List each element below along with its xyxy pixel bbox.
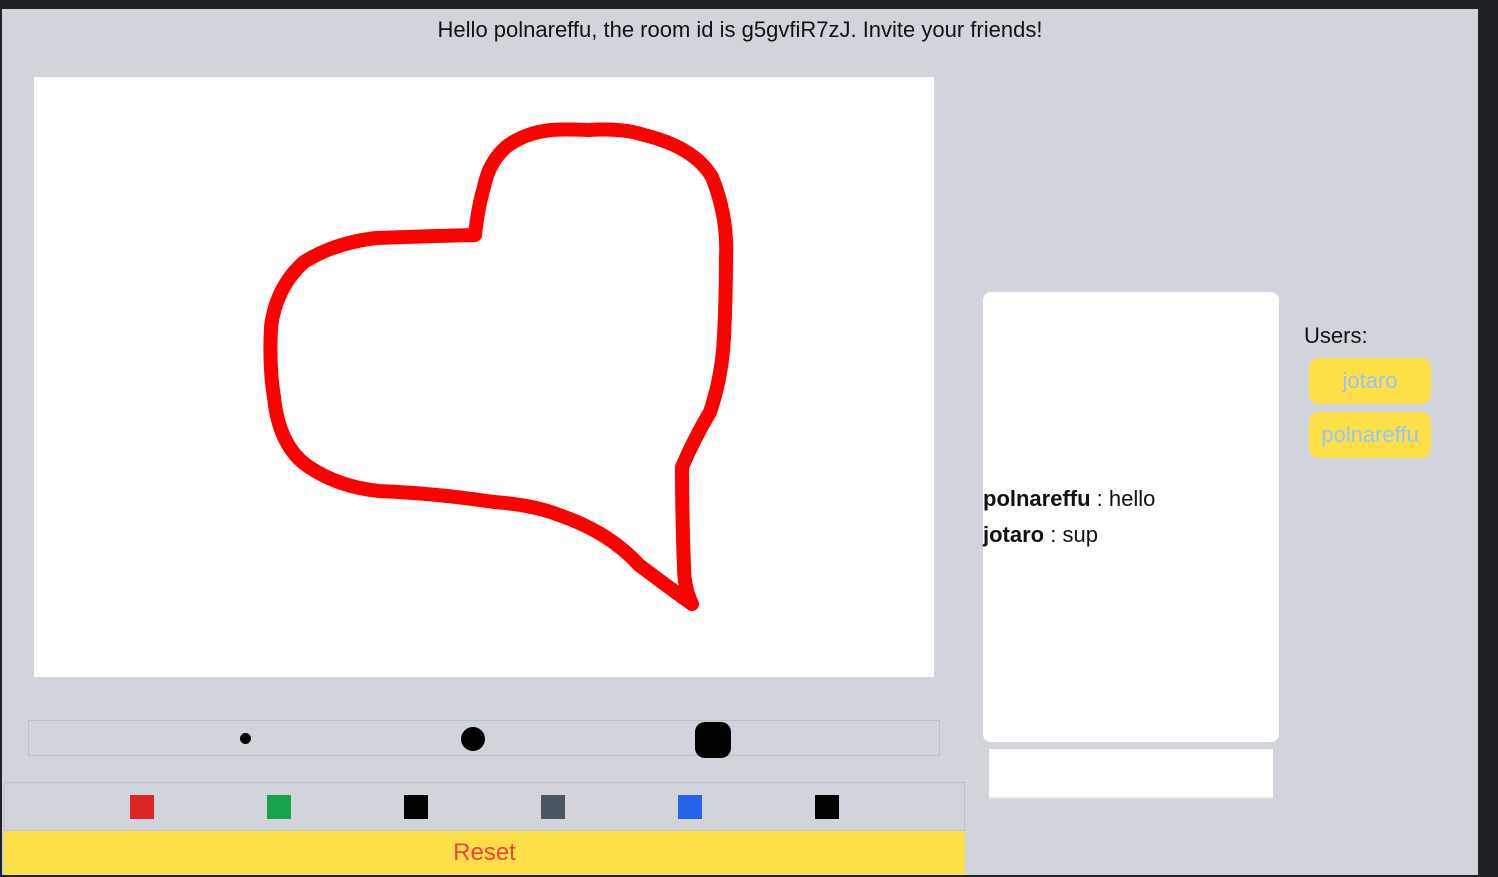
color-swatch-blue[interactable] — [678, 795, 702, 819]
app-window: Hello polnareffu, the room id is g5gvfiR… — [2, 9, 1478, 875]
users-label: Users: — [1304, 323, 1368, 348]
canvas-drawing — [263, 122, 734, 611]
brush-size-large[interactable] — [695, 722, 731, 758]
user-badge: polnareffu — [1309, 412, 1431, 458]
brush-size-selector — [28, 720, 940, 758]
chat-message-text: sup — [1062, 522, 1098, 547]
chat-message-separator: : — [1090, 486, 1109, 511]
color-swatch-black-2[interactable] — [815, 795, 839, 819]
chat-messages: polnareffu : hello jotaro : sup — [983, 292, 1279, 742]
chat-message-separator: : — [1044, 522, 1063, 547]
heart-stroke — [263, 122, 734, 611]
chat-input[interactable] — [989, 749, 1273, 799]
chat-message: jotaro : sup — [983, 517, 1279, 553]
reset-button[interactable]: Reset — [4, 831, 965, 875]
chat-message-text: hello — [1108, 486, 1156, 511]
user-badge: jotaro — [1309, 358, 1431, 404]
room-greeting: Hello polnareffu, the room id is g5gvfiR… — [437, 17, 1043, 42]
color-swatch-gray[interactable] — [541, 795, 565, 819]
color-swatch-black[interactable] — [404, 795, 428, 819]
color-swatch-red[interactable] — [130, 795, 154, 819]
color-palette — [4, 782, 965, 831]
brush-size-small[interactable] — [240, 733, 251, 744]
drawing-canvas[interactable] — [34, 77, 934, 677]
chat-message: polnareffu : hello — [983, 481, 1279, 517]
chat-message-user: jotaro — [983, 522, 1045, 547]
chat-message-user: polnareffu — [983, 486, 1091, 511]
brush-size-medium[interactable] — [461, 727, 485, 751]
color-swatch-green[interactable] — [267, 795, 291, 819]
